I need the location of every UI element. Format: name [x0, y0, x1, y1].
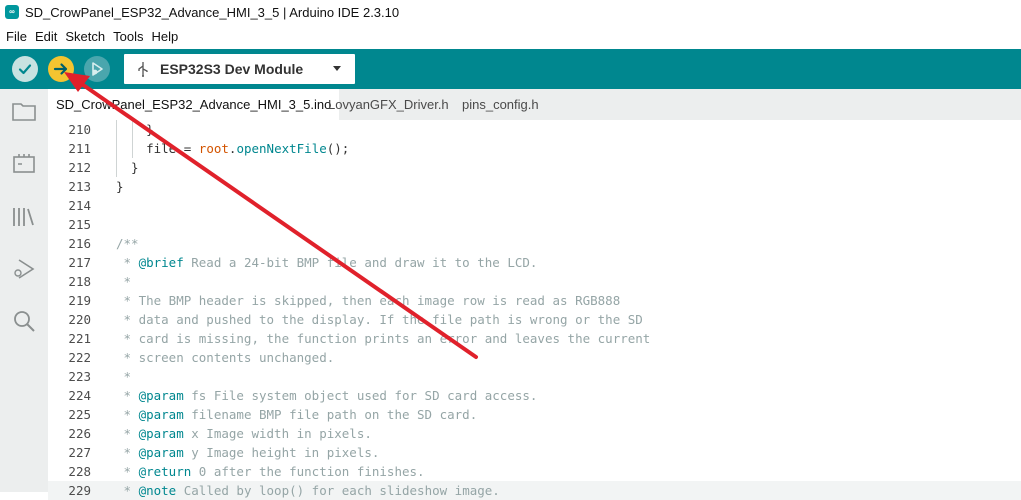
activity-sidebar: [0, 89, 48, 492]
menu-tools[interactable]: Tools: [113, 29, 143, 44]
code-line: 224 * @param fs File system object used …: [48, 386, 1021, 405]
usb-icon: [138, 62, 148, 77]
code-line: 215: [48, 215, 1021, 234]
code-line: 210 }: [48, 120, 1021, 139]
arduino-logo-icon: ∞: [5, 5, 19, 19]
indent-guide: [116, 139, 117, 158]
search-button[interactable]: [10, 307, 38, 335]
title-bar: ∞ SD_CrowPanel_ESP32_Advance_HMI_3_5 | A…: [0, 0, 1021, 24]
code-text: file = root.openNextFile();: [116, 141, 350, 156]
line-number: 226: [68, 426, 91, 441]
code-text: * @param x Image width in pixels.: [116, 426, 372, 441]
line-number: 223: [68, 369, 91, 384]
menu-help[interactable]: Help: [151, 29, 178, 44]
code-text: * card is missing, the function prints a…: [116, 331, 651, 346]
line-number: 216: [68, 236, 91, 251]
line-number: 220: [68, 312, 91, 327]
menu-edit[interactable]: Edit: [35, 29, 57, 44]
code-line: 220 * data and pushed to the display. If…: [48, 310, 1021, 329]
code-line: 227 * @param y Image height in pixels.: [48, 443, 1021, 462]
folder-icon: [12, 103, 36, 121]
code-text: * @brief Read a 24-bit BMP file and draw…: [116, 255, 538, 270]
code-text: *: [116, 274, 132, 289]
chevron-down-icon: [333, 66, 341, 71]
line-number: 211: [68, 141, 91, 156]
line-number: 213: [68, 179, 91, 194]
code-line: 219 * The BMP header is skipped, then ea…: [48, 291, 1021, 310]
tab-lovyangfx-driver[interactable]: LovyanGFX_Driver.h: [320, 89, 457, 120]
code-text: }: [116, 160, 139, 175]
debug-icon: [14, 259, 35, 279]
indent-guide: [116, 158, 117, 177]
board-icon: [13, 154, 35, 173]
code-text: }: [116, 179, 124, 194]
board-selector[interactable]: ESP32S3 Dev Module: [124, 54, 355, 84]
code-text: }: [116, 122, 154, 137]
code-line: 229 * @note Called by loop() for each sl…: [48, 481, 1021, 500]
menu-sketch[interactable]: Sketch: [65, 29, 105, 44]
code-text: * @param filename BMP file path on the S…: [116, 407, 478, 422]
code-text: * data and pushed to the display. If the…: [116, 312, 643, 327]
tab-pins-config[interactable]: pins_config.h: [454, 89, 547, 120]
code-text: * @return 0 after the function finishes.: [116, 464, 425, 479]
line-number: 215: [68, 217, 91, 232]
code-text: * @param fs File system object used for …: [116, 388, 538, 403]
arrow-right-icon: [53, 63, 68, 75]
code-line: 228 * @return 0 after the function finis…: [48, 462, 1021, 481]
code-line: 214: [48, 196, 1021, 215]
code-text: * @note Called by loop() for each slides…: [116, 483, 500, 498]
line-number: 217: [68, 255, 91, 270]
line-number: 210: [68, 122, 91, 137]
line-number: 221: [68, 331, 91, 346]
window-title: SD_CrowPanel_ESP32_Advance_HMI_3_5 | Ard…: [25, 4, 400, 20]
board-name: ESP32S3 Dev Module: [160, 61, 304, 77]
code-text: * screen contents unchanged.: [116, 350, 335, 365]
code-line: 216 /**: [48, 234, 1021, 253]
code-text: * The BMP header is skipped, then each i…: [116, 293, 621, 308]
tab-ino[interactable]: SD_CrowPanel_ESP32_Advance_HMI_3_5.ino: [48, 89, 340, 120]
code-line: 212 }: [48, 158, 1021, 177]
code-line: 217 * @brief Read a 24-bit BMP file and …: [48, 253, 1021, 272]
editor-tabs: SD_CrowPanel_ESP32_Advance_HMI_3_5.ino L…: [48, 89, 1021, 120]
indent-guide: [116, 120, 117, 139]
code-line: 225 * @param filename BMP file path on t…: [48, 405, 1021, 424]
line-number: 225: [68, 407, 91, 422]
line-number: 214: [68, 198, 91, 213]
check-icon: [18, 64, 32, 75]
toolbar: ESP32S3 Dev Module: [0, 49, 1021, 89]
code-editor[interactable]: 210 } 211 file = root.openNextFile(); 212 …: [48, 120, 1021, 500]
code-line: 226 * @param x Image width in pixels.: [48, 424, 1021, 443]
code-line: 218 *: [48, 272, 1021, 291]
search-icon: [14, 311, 35, 332]
line-number: 228: [68, 464, 91, 479]
library-manager-button[interactable]: [10, 203, 38, 231]
debug-button[interactable]: [84, 56, 110, 82]
line-number: 218: [68, 274, 91, 289]
menu-bar: File Edit Sketch Tools Help: [0, 26, 180, 46]
library-icon: [13, 208, 34, 226]
code-text: /**: [116, 236, 139, 251]
code-line: 222 * screen contents unchanged.: [48, 348, 1021, 367]
verify-button[interactable]: [12, 56, 38, 82]
code-line: 213}: [48, 177, 1021, 196]
upload-button[interactable]: [48, 56, 74, 82]
sketchbook-button[interactable]: [10, 97, 38, 125]
menu-file[interactable]: File: [6, 29, 27, 44]
code-text: * @param y Image height in pixels.: [116, 445, 380, 460]
line-number: 212: [68, 160, 91, 175]
debug-sidebar-button[interactable]: [10, 255, 38, 283]
code-text: *: [116, 369, 132, 384]
line-number: 227: [68, 445, 91, 460]
line-number: 224: [68, 388, 91, 403]
line-number: 229: [68, 483, 91, 498]
boards-manager-button[interactable]: [10, 150, 38, 178]
indent-guide: [132, 139, 133, 158]
code-line: 211 file = root.openNextFile();: [48, 139, 1021, 158]
code-line: 221 * card is missing, the function prin…: [48, 329, 1021, 348]
code-line: 223 *: [48, 367, 1021, 386]
line-number: 219: [68, 293, 91, 308]
indent-guide: [132, 120, 133, 139]
line-number: 222: [68, 350, 91, 365]
debug-icon: [92, 62, 103, 76]
